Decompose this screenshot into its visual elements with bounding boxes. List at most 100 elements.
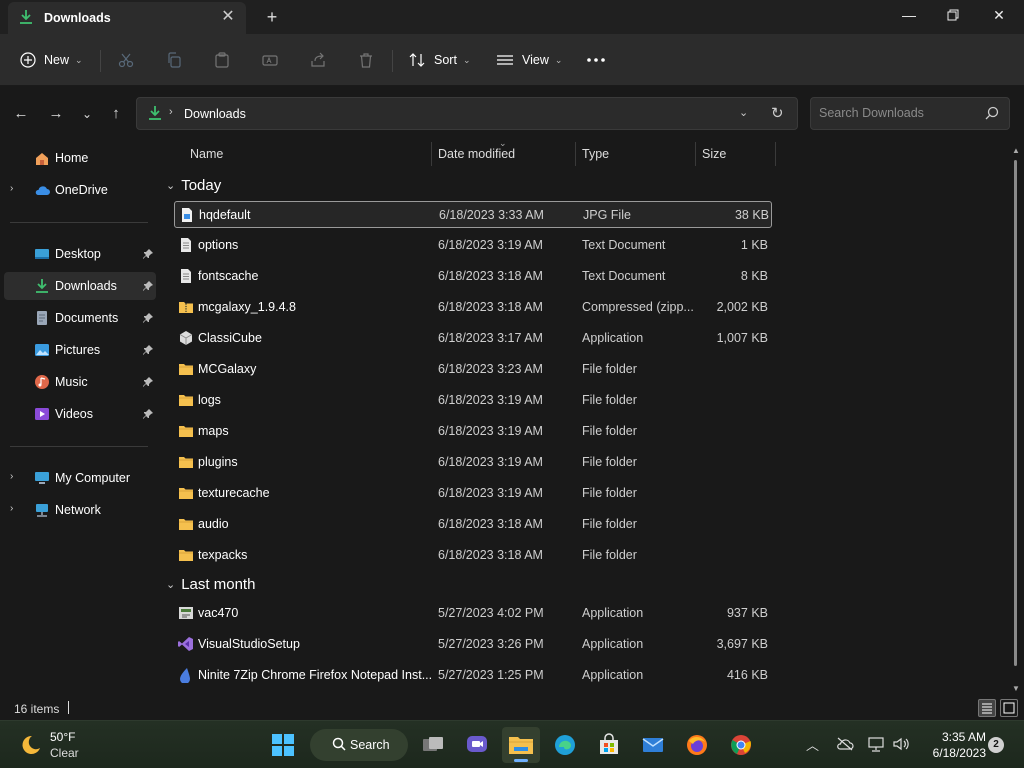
expand-chevron-icon[interactable]: ›: [10, 471, 13, 482]
nav-item-pictures[interactable]: Pictures: [4, 336, 156, 364]
rename-button[interactable]: [262, 46, 278, 74]
weather-temperature[interactable]: 50°F: [50, 730, 75, 744]
task-view-button[interactable]: [414, 727, 452, 763]
close-window-icon[interactable]: ✕: [976, 0, 1022, 30]
refresh-icon[interactable]: ↻: [771, 104, 784, 122]
taskbar-search-button[interactable]: Search: [310, 729, 408, 761]
start-button[interactable]: [264, 727, 302, 763]
clock-time[interactable]: 3:35 AM: [930, 730, 986, 744]
file-row[interactable]: VisualStudioSetup 5/27/2023 3:26 PM Appl…: [174, 631, 772, 658]
minimize-icon[interactable]: —: [886, 0, 932, 30]
file-row[interactable]: logs 6/18/2023 3:19 AM File folder: [174, 387, 772, 414]
column-divider[interactable]: [431, 142, 432, 166]
file-row[interactable]: vac470 5/27/2023 4:02 PM Application 937…: [174, 600, 772, 627]
nav-item-documents[interactable]: Documents: [4, 304, 156, 332]
breadcrumb-chevron-icon[interactable]: ›: [169, 106, 173, 118]
details-view-button[interactable]: [978, 699, 996, 717]
file-row[interactable]: options 6/18/2023 3:19 AM Text Document …: [174, 232, 772, 259]
teams-chat-button[interactable]: [458, 727, 496, 763]
forward-arrow-icon[interactable]: →: [45, 104, 67, 124]
file-row[interactable]: mcgalaxy_1.9.4.8 6/18/2023 3:18 AM Compr…: [174, 294, 772, 321]
vertical-scrollbar[interactable]: ▲ ▼: [1011, 146, 1021, 694]
pin-icon[interactable]: [142, 248, 154, 260]
collapse-chevron-icon[interactable]: ⌄: [166, 578, 175, 591]
scroll-down-arrow-icon[interactable]: ▼: [1011, 684, 1021, 693]
column-divider[interactable]: [575, 142, 576, 166]
recent-locations-chevron-icon[interactable]: ⌄: [76, 104, 98, 124]
nav-item-my-computer[interactable]: › My Computer: [4, 464, 156, 492]
column-header-size[interactable]: Size: [702, 147, 726, 161]
search-input[interactable]: [819, 106, 979, 120]
moon-icon[interactable]: [18, 733, 42, 757]
network-status-icon[interactable]: [868, 736, 886, 752]
file-row[interactable]: plugins 6/18/2023 3:19 AM File folder: [174, 449, 772, 476]
notification-badge[interactable]: 2: [988, 737, 1004, 753]
clock-date[interactable]: 6/18/2023: [922, 746, 986, 760]
file-explorer-button[interactable]: [502, 727, 540, 763]
mail-button[interactable]: [634, 727, 672, 763]
collapse-chevron-icon[interactable]: ⌄: [166, 179, 175, 192]
nav-item-downloads[interactable]: Downloads: [4, 272, 156, 300]
nav-item-network[interactable]: › Network: [4, 496, 156, 524]
column-header-type[interactable]: Type: [582, 147, 609, 161]
group-header-today[interactable]: ⌄ Today: [166, 177, 221, 194]
column-divider[interactable]: [695, 142, 696, 166]
volume-icon[interactable]: [892, 736, 910, 752]
column-divider[interactable]: [775, 142, 776, 166]
column-header-name[interactable]: Name: [190, 147, 223, 161]
expand-chevron-icon[interactable]: ›: [10, 183, 13, 194]
scrollbar-thumb[interactable]: [1014, 160, 1017, 666]
nav-item-desktop[interactable]: Desktop: [4, 240, 156, 268]
nav-item-home[interactable]: Home: [4, 144, 156, 172]
show-hidden-icons-chevron-icon[interactable]: ︿: [806, 735, 819, 754]
address-dropdown-chevron-icon[interactable]: ⌄: [739, 106, 748, 119]
file-row[interactable]: texpacks 6/18/2023 3:18 AM File folder: [174, 542, 772, 569]
search-box[interactable]: [810, 97, 1010, 130]
address-bar[interactable]: › Downloads ⌄ ↻: [136, 97, 798, 130]
delete-button[interactable]: [358, 46, 374, 74]
nav-item-videos[interactable]: Videos: [4, 400, 156, 428]
back-arrow-icon[interactable]: ←: [10, 104, 32, 124]
file-row[interactable]: ClassiCube 6/18/2023 3:17 AM Application…: [174, 325, 772, 352]
file-row[interactable]: fontscache 6/18/2023 3:18 AM Text Docume…: [174, 263, 772, 290]
pin-icon[interactable]: [142, 344, 154, 356]
pin-icon[interactable]: [142, 376, 154, 388]
pin-icon[interactable]: [142, 408, 154, 420]
pin-icon[interactable]: [142, 280, 154, 292]
nav-item-music[interactable]: Music: [4, 368, 156, 396]
more-options-button[interactable]: [586, 46, 606, 74]
nav-item-onedrive[interactable]: › OneDrive: [4, 176, 156, 204]
maximize-icon[interactable]: [930, 0, 976, 30]
search-icon[interactable]: [985, 106, 999, 120]
paste-button[interactable]: [214, 46, 230, 74]
file-row[interactable]: texturecache 6/18/2023 3:19 AM File fold…: [174, 480, 772, 507]
up-arrow-icon[interactable]: ↑: [105, 104, 127, 124]
edge-button[interactable]: [546, 727, 584, 763]
file-row[interactable]: maps 6/18/2023 3:19 AM File folder: [174, 418, 772, 445]
scroll-up-arrow-icon[interactable]: ▲: [1011, 146, 1021, 155]
chrome-button[interactable]: [722, 727, 760, 763]
file-row[interactable]: audio 6/18/2023 3:18 AM File folder: [174, 511, 772, 538]
column-header-date[interactable]: Date modified: [438, 147, 515, 161]
expand-chevron-icon[interactable]: ›: [10, 503, 13, 514]
onedrive-offline-icon[interactable]: [836, 737, 854, 751]
group-header-last-month[interactable]: ⌄ Last month: [166, 576, 255, 593]
weather-condition[interactable]: Clear: [50, 746, 79, 760]
share-button[interactable]: [310, 46, 326, 74]
pin-icon[interactable]: [142, 312, 154, 324]
plus-icon[interactable]: +: [260, 6, 284, 28]
sort-button[interactable]: Sort ⌄: [408, 46, 470, 74]
cut-button[interactable]: [118, 46, 134, 74]
file-row[interactable]: MCGalaxy 6/18/2023 3:23 AM File folder: [174, 356, 772, 383]
tiles-view-button[interactable]: [1000, 699, 1018, 717]
new-button[interactable]: New ⌄: [20, 46, 83, 74]
breadcrumb-downloads[interactable]: Downloads: [184, 107, 246, 121]
view-button[interactable]: View ⌄: [496, 46, 562, 74]
file-row[interactable]: Ninite 7Zip Chrome Firefox Notepad Inst.…: [174, 662, 772, 689]
firefox-button[interactable]: [678, 727, 716, 763]
store-button[interactable]: [590, 727, 628, 763]
copy-button[interactable]: [166, 46, 182, 74]
file-row[interactable]: hqdefault 6/18/2023 3:33 AM JPG File 38 …: [174, 201, 772, 228]
close-tab-icon[interactable]: ✕: [218, 7, 238, 27]
tab-downloads[interactable]: Downloads ✕: [8, 2, 246, 34]
